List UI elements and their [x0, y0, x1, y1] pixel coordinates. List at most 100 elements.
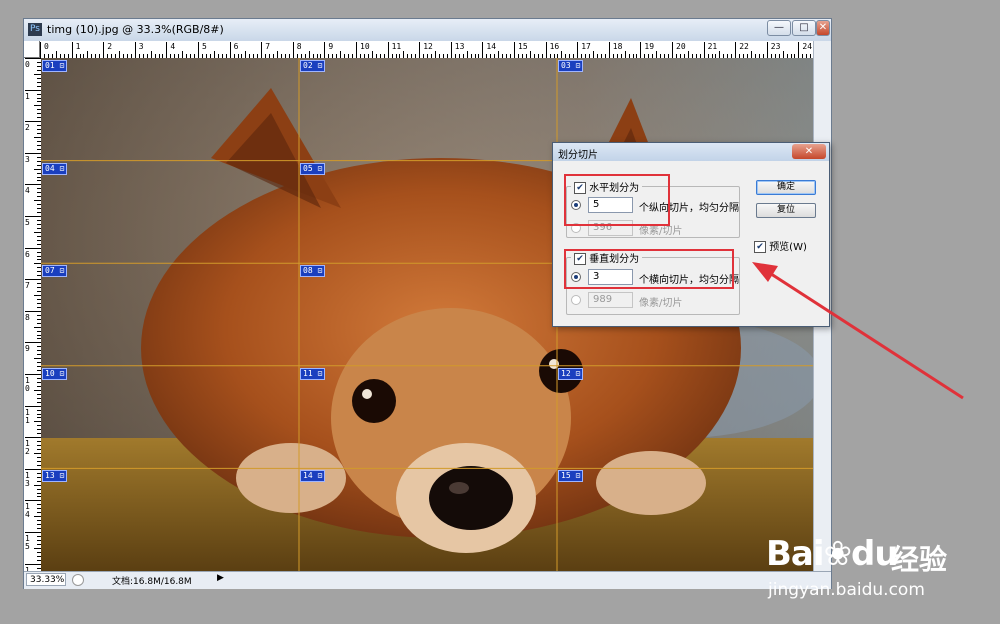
ruler-tick-mark [34, 421, 41, 423]
dialog-close-button[interactable]: ✕ [792, 144, 826, 159]
preview-checkbox[interactable]: ✔ [754, 241, 766, 253]
watermark-url: jingyan.baidu.com [768, 580, 925, 600]
ruler-tick-label: 16 [549, 42, 560, 51]
ruler-tick-label: 0 [44, 42, 49, 51]
ruler-tick-mark [119, 51, 120, 58]
ruler-tick-label: 2 [107, 42, 113, 51]
horizontal-ruler[interactable]: 0 1 2 3 4 5 6 7 8 9 10 11 12 13 14 15 16 17 18 19 20 21 22 23 24 [40, 41, 815, 59]
ruler-tick-mark [34, 484, 41, 486]
ruler-tick-mark [213, 51, 215, 58]
slice-number-badge[interactable]: 01 ⊡ [42, 60, 68, 72]
ruler-tick-mark [356, 42, 357, 58]
ruler-tick-mark [25, 152, 41, 154]
ruler-tick-mark [71, 42, 73, 58]
status-menu-arrow[interactable]: ▶ [217, 573, 224, 583]
ruler-tick-label: 8 [25, 312, 30, 322]
ruler-tick-mark [34, 389, 41, 391]
ruler-tick-mark [482, 42, 484, 58]
ruler-tick-label: 3 [25, 154, 30, 164]
ruler-tick-mark [25, 342, 41, 344]
ruler-tick-label: 4 [170, 42, 176, 51]
ruler-tick-mark [608, 42, 610, 58]
ruler-tick-mark [640, 42, 642, 58]
slice-number-badge[interactable]: 12 ⊡ [558, 367, 584, 380]
minimize-button[interactable]: — [767, 20, 791, 36]
ruler-tick-mark [340, 51, 342, 58]
vertical-pixel-input[interactable]: 989 [588, 292, 633, 308]
ruler-tick-label: 15 [25, 534, 30, 551]
ruler-tick-label: 22 [739, 42, 749, 51]
ruler-tick-mark [466, 51, 468, 58]
ruler-tick-label: 2 [25, 123, 30, 133]
ruler-tick-mark [134, 42, 136, 58]
ruler-tick-mark [624, 51, 626, 58]
ruler-tick-label: 24 [802, 42, 813, 51]
slice-number-badge[interactable]: 05 ⊡ [300, 162, 326, 175]
dialog-title: 划分切片 [558, 150, 598, 161]
baidu-watermark: Bai❀du 经验 jingyan.baidu.com [763, 520, 963, 610]
ruler-tick-mark [34, 326, 41, 328]
slice-number-badge[interactable]: 03 ⊡ [558, 60, 584, 72]
slice-number-badge[interactable]: 14 ⊡ [300, 470, 326, 483]
ruler-tick-mark [34, 105, 41, 107]
ruler-tick-label: 1 [25, 91, 30, 101]
ruler-tick-mark [419, 42, 421, 58]
slice-number-badge[interactable]: 08 ⊡ [300, 265, 326, 278]
ruler-tick-mark [198, 42, 199, 58]
slice-number-badge[interactable]: 04 ⊡ [42, 162, 68, 175]
ruler-tick-mark [25, 468, 41, 470]
status-icon[interactable] [72, 574, 84, 586]
maximize-button[interactable]: □ [792, 20, 816, 36]
slice-number-badge[interactable]: 10 ⊡ [42, 367, 68, 380]
ruler-tick-label: 8 [296, 42, 302, 51]
preview-row[interactable]: ✔ 预览(W) [754, 238, 807, 253]
zoom-field[interactable]: 33.33% [26, 573, 66, 586]
ruler-tick-mark [34, 547, 41, 549]
ruler-tick-mark [687, 51, 689, 58]
ruler-tick-mark [34, 263, 41, 265]
dialog-titlebar[interactable]: 划分切片 ✕ [553, 143, 829, 161]
ruler-tick-mark [34, 295, 41, 296]
vertical-pixel-radio[interactable] [571, 295, 581, 305]
ruler-tick-mark [25, 184, 41, 186]
slice-number-badge[interactable]: 07 ⊡ [42, 265, 68, 278]
ruler-tick-label: 14 [25, 502, 30, 520]
ruler-tick-mark [34, 516, 41, 518]
ruler-tick-mark [25, 532, 41, 533]
ruler-tick-mark [798, 42, 800, 58]
ruler-tick-mark [34, 231, 41, 233]
slice-number-badge[interactable]: 11 ⊡ [300, 367, 326, 380]
ruler-tick-mark [229, 42, 231, 58]
window-title: timg (10).jpg @ 33.3%(RGB/8#) [47, 23, 224, 36]
ruler-corner[interactable] [24, 41, 40, 58]
ruler-tick-mark [182, 51, 184, 58]
ruler-tick-mark [87, 51, 89, 58]
slice-number-badge[interactable]: 13 ⊡ [42, 470, 68, 483]
ruler-tick-mark [25, 247, 41, 249]
ruler-tick-mark [34, 358, 41, 360]
ruler-tick-label: 14 [486, 42, 497, 51]
ruler-tick-mark [561, 51, 563, 58]
ok-button[interactable]: 确定 [756, 180, 816, 195]
ruler-tick-label: 7 [25, 281, 30, 291]
photoshop-icon: Ps [28, 23, 42, 36]
ruler-tick-mark [277, 51, 278, 58]
ruler-tick-label: 11 [25, 407, 30, 425]
ruler-tick-mark [719, 51, 721, 58]
ruler-tick-mark [324, 42, 326, 58]
reset-button[interactable]: 复位 [756, 203, 816, 218]
annotation-box-horizontal [564, 174, 670, 226]
ruler-tick-mark [751, 51, 752, 58]
ruler-tick-mark [403, 51, 405, 58]
slice-number-badge[interactable]: 02 ⊡ [300, 60, 326, 72]
divide-slice-dialog: 划分切片 ✕ ✔ 水平划分为 5 个纵向切片，均匀分隔 396 像素/切片 ✔ … [552, 142, 830, 327]
ruler-tick-mark [703, 42, 705, 58]
slice-number-badge[interactable]: 15 ⊡ [558, 470, 584, 483]
ruler-tick-mark [55, 51, 57, 58]
close-button[interactable]: ✕ [816, 20, 830, 36]
ruler-tick-label: 5 [202, 42, 207, 51]
window-titlebar[interactable]: Ps timg (10).jpg @ 33.3%(RGB/8#) — □ ✕ [24, 19, 831, 41]
ruler-tick-label: 20 [676, 42, 686, 51]
vertical-ruler[interactable]: 012345678910111213141516 [24, 58, 42, 571]
ruler-tick-label: 6 [25, 249, 30, 259]
